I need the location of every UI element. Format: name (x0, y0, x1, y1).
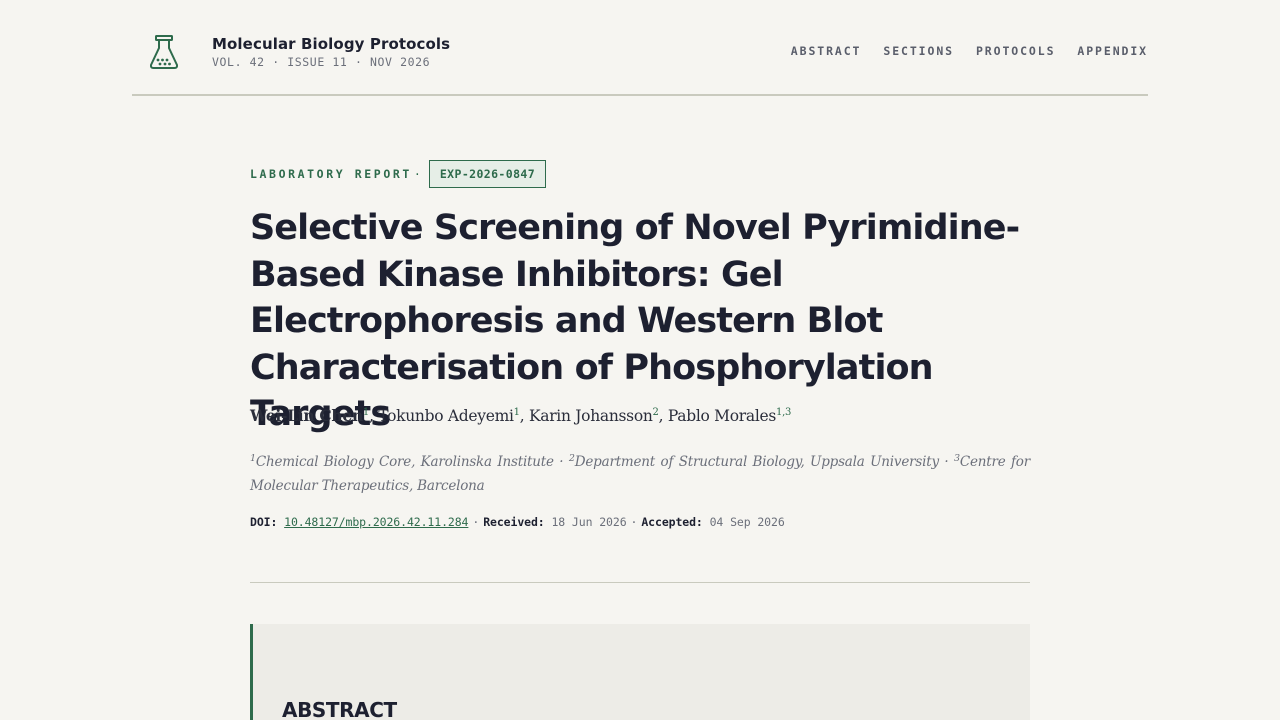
journal-issue: VOL. 42 · ISSUE 11 · NOV 2026 (212, 55, 431, 69)
main-nav: ABSTRACT SECTIONS PROTOCOLS APPENDIX (791, 44, 1148, 58)
nav-appendix[interactable]: APPENDIX (1077, 44, 1148, 58)
accepted-label: Accepted: (641, 515, 703, 529)
accepted-date: 04 Sep 2026 (709, 515, 785, 529)
doi-link[interactable]: 10.48127/mbp.2026.42.11.284 (284, 515, 468, 529)
author-affiliation-ref: 1 (362, 407, 369, 418)
received-date: 18 Jun 2026 (551, 515, 627, 529)
author-name[interactable]: Tokunbo Adeyemi (378, 407, 514, 425)
author-affiliation-ref: 1 (513, 407, 520, 418)
section-divider (250, 582, 1030, 583)
nav-protocols[interactable]: PROTOCOLS (976, 44, 1055, 58)
report-separator: · (413, 167, 421, 181)
report-line: LABORATORY REPORT · EXP-2026-0847 (250, 160, 547, 188)
author-affiliation-ref: 2 (652, 407, 659, 418)
report-id-badge: EXP-2026-0847 (428, 160, 547, 188)
report-type: LABORATORY REPORT (250, 167, 412, 181)
journal-name[interactable]: Molecular Biology Protocols (212, 35, 450, 53)
article-title: Selective Screening of Novel Pyrimidine-… (250, 208, 1020, 434)
site-header: Molecular Biology Protocols VOL. 42 · IS… (132, 0, 1148, 96)
affiliation: Department of Structural Biology, Uppsal… (574, 454, 939, 470)
author-affiliation-ref: 1,3 (776, 407, 792, 418)
nav-sections[interactable]: SECTIONS (883, 44, 954, 58)
publication-meta: DOI: 10.48127/mbp.2026.42.11.284 · Receive… (250, 515, 785, 529)
author-name[interactable]: Wei-Lin Chen (250, 406, 363, 425)
abstract-heading: ABSTRACT (282, 698, 397, 720)
doi-label: DOI: (250, 515, 278, 529)
abstract-section: ABSTRACT (250, 624, 1030, 720)
nav-abstract[interactable]: ABSTRACT (791, 44, 862, 58)
flask-icon[interactable] (148, 34, 180, 70)
author-list: Wei-Lin Chen1, Tokunbo Adeyemi1, Karin J… (250, 406, 792, 425)
author-name[interactable]: Karin Johansson (529, 407, 653, 425)
affiliation: Chemical Biology Core, Karolinska Instit… (255, 454, 554, 470)
author-name[interactable]: Pablo Morales (668, 407, 776, 425)
received-label: Received: (483, 515, 545, 529)
affiliation-list: 1Chemical Biology Core, Karolinska Insti… (250, 453, 1030, 494)
